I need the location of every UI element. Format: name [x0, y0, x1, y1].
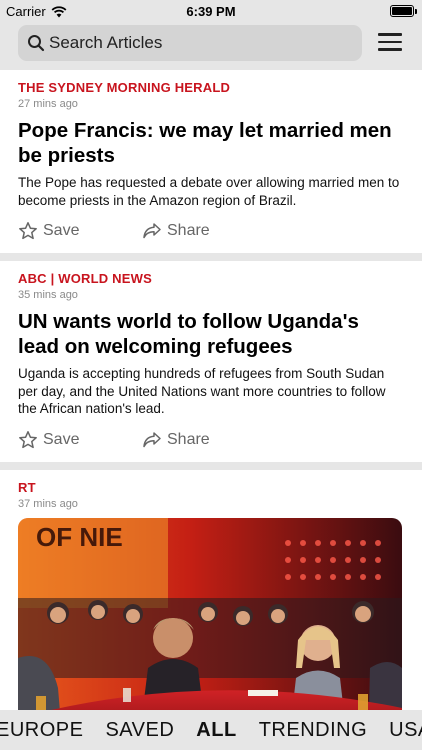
save-button[interactable]: Save: [18, 430, 142, 450]
article-image[interactable]: OF NIE: [18, 517, 402, 710]
menu-line: [378, 40, 402, 43]
article-headline[interactable]: UN wants world to follow Uganda's lead o…: [18, 309, 404, 359]
share-button[interactable]: Share: [142, 430, 210, 450]
article-summary: Uganda is accepting hundreds of refugees…: [18, 366, 386, 416]
share-label: Share: [167, 430, 210, 448]
article-card[interactable]: ABC | WORLD NEWS 35 mins ago UN wants wo…: [0, 261, 422, 462]
tab-trending[interactable]: TRENDING: [248, 719, 378, 742]
article-age: 35 mins ago: [18, 289, 78, 301]
tab-all[interactable]: ALL: [185, 719, 247, 742]
save-label: Save: [43, 222, 80, 239]
tv-studio-photo: OF NIE: [18, 517, 402, 710]
article-actions: Save Share: [18, 426, 404, 454]
article-feed[interactable]: THE SYDNEY MORNING HERALD 27 mins ago Po…: [0, 70, 422, 710]
article-age: 27 mins ago: [18, 98, 78, 110]
save-button[interactable]: Save: [18, 221, 142, 241]
star-icon: [19, 430, 37, 448]
tab-usa[interactable]: USA: [378, 719, 422, 742]
article-card[interactable]: THE SYDNEY MORNING HERALD 27 mins ago Po…: [0, 70, 422, 253]
menu-button[interactable]: [378, 33, 402, 53]
article-age: 37 mins ago: [18, 497, 78, 510]
article-source: THE SYDNEY MORNING HERALD: [18, 80, 231, 95]
backdrop-text: OF NIE: [36, 522, 123, 552]
category-tab-bar[interactable]: EUROPE SAVED ALL TRENDING USA: [0, 710, 422, 750]
share-button[interactable]: Share: [142, 221, 210, 241]
article-summary: The Pope has requested a debate over all…: [18, 175, 400, 208]
status-bar: Carrier 6:39 PM: [0, 0, 422, 22]
share-icon: [143, 431, 161, 447]
share-label: Share: [167, 222, 210, 239]
article-headline[interactable]: Pope Francis: we may let married men be …: [18, 118, 404, 168]
article-source: ABC | WORLD NEWS: [18, 271, 152, 286]
save-label: Save: [43, 430, 80, 448]
search-bar[interactable]: [18, 25, 362, 61]
category-tabs: EUROPE SAVED ALL TRENDING USA: [0, 710, 422, 750]
search-input[interactable]: [49, 33, 339, 53]
star-icon: [19, 222, 37, 240]
battery-icon: [390, 5, 417, 17]
article-card[interactable]: RT 37 mins ago OF NIE: [0, 469, 422, 710]
share-icon: [143, 223, 161, 239]
search-icon: [28, 35, 45, 52]
article-actions: Save Share: [18, 217, 404, 245]
tab-europe[interactable]: EUROPE: [0, 719, 94, 742]
tab-saved[interactable]: SAVED: [94, 719, 185, 742]
article-source: RT: [18, 479, 36, 495]
menu-line: [378, 48, 402, 51]
clock: 6:39 PM: [186, 4, 236, 19]
menu-line: [378, 33, 402, 36]
